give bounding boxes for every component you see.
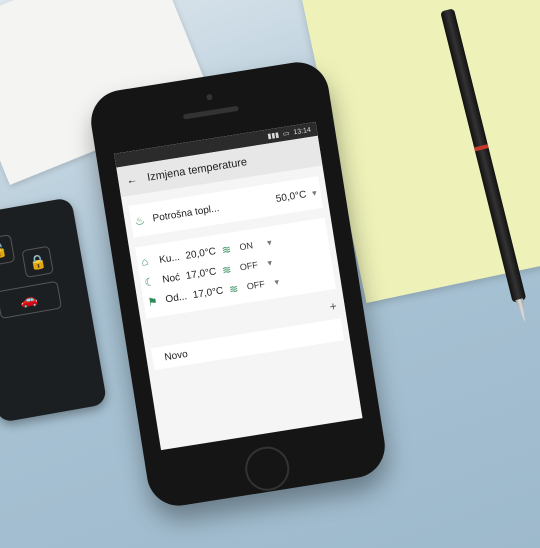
radiator-icon: ≋: [228, 282, 240, 296]
car-icon: 🚗: [0, 280, 63, 320]
signal-icon: ▮▮▮: [267, 131, 280, 141]
mode-value: 17,0°C: [185, 265, 218, 282]
home-icon: ⌂: [140, 255, 150, 269]
water-heater-icon: ♨: [134, 214, 146, 228]
unlock-icon: 🔓: [0, 234, 16, 267]
mode-value: 17,0°C: [192, 284, 225, 301]
desk-scene: 🔓 🔒 🚗 ▮▮▮ ▭ 13:14 ← Izmjena temperature …: [0, 0, 540, 548]
chevron-down-icon[interactable]: ▾: [274, 276, 280, 288]
mode-value: 20,0°C: [184, 245, 217, 262]
lock-icon: 🔒: [21, 245, 54, 279]
chevron-down-icon[interactable]: ▾: [266, 237, 272, 249]
chevron-down-icon[interactable]: ▾: [267, 257, 273, 269]
battery-icon: ▭: [282, 130, 291, 139]
new-item-label: Novo: [163, 348, 189, 363]
moon-icon: ☾: [143, 275, 156, 290]
mode-state: ON: [238, 240, 254, 253]
plus-icon[interactable]: +: [329, 299, 338, 314]
radiator-icon: ≋: [221, 263, 233, 277]
boiler-label: Potrošna topl...: [151, 202, 221, 224]
status-time: 13:14: [292, 126, 312, 136]
mode-label: Ku...: [158, 251, 181, 266]
phone-screen: ▮▮▮ ▭ 13:14 ← Izmjena temperature ♨ Potr…: [114, 121, 363, 451]
mode-state: OFF: [239, 259, 259, 273]
car-keyfob: 🔓 🔒 🚗: [0, 197, 108, 423]
arrow-left-icon[interactable]: ←: [126, 174, 139, 188]
camera-lens: [205, 93, 213, 101]
radiator-icon: ≋: [220, 243, 232, 257]
speaker-grille: [182, 105, 239, 120]
away-icon: ⚑: [146, 295, 159, 309]
mode-label: Noć: [161, 271, 181, 286]
screen-title: Izmjena temperature: [146, 156, 248, 184]
home-button[interactable]: [242, 443, 293, 494]
chevron-down-icon[interactable]: ▾: [311, 187, 317, 199]
mode-label: Od...: [164, 290, 188, 305]
boiler-value: 50,0°C: [275, 188, 308, 205]
mode-state: OFF: [246, 278, 266, 292]
